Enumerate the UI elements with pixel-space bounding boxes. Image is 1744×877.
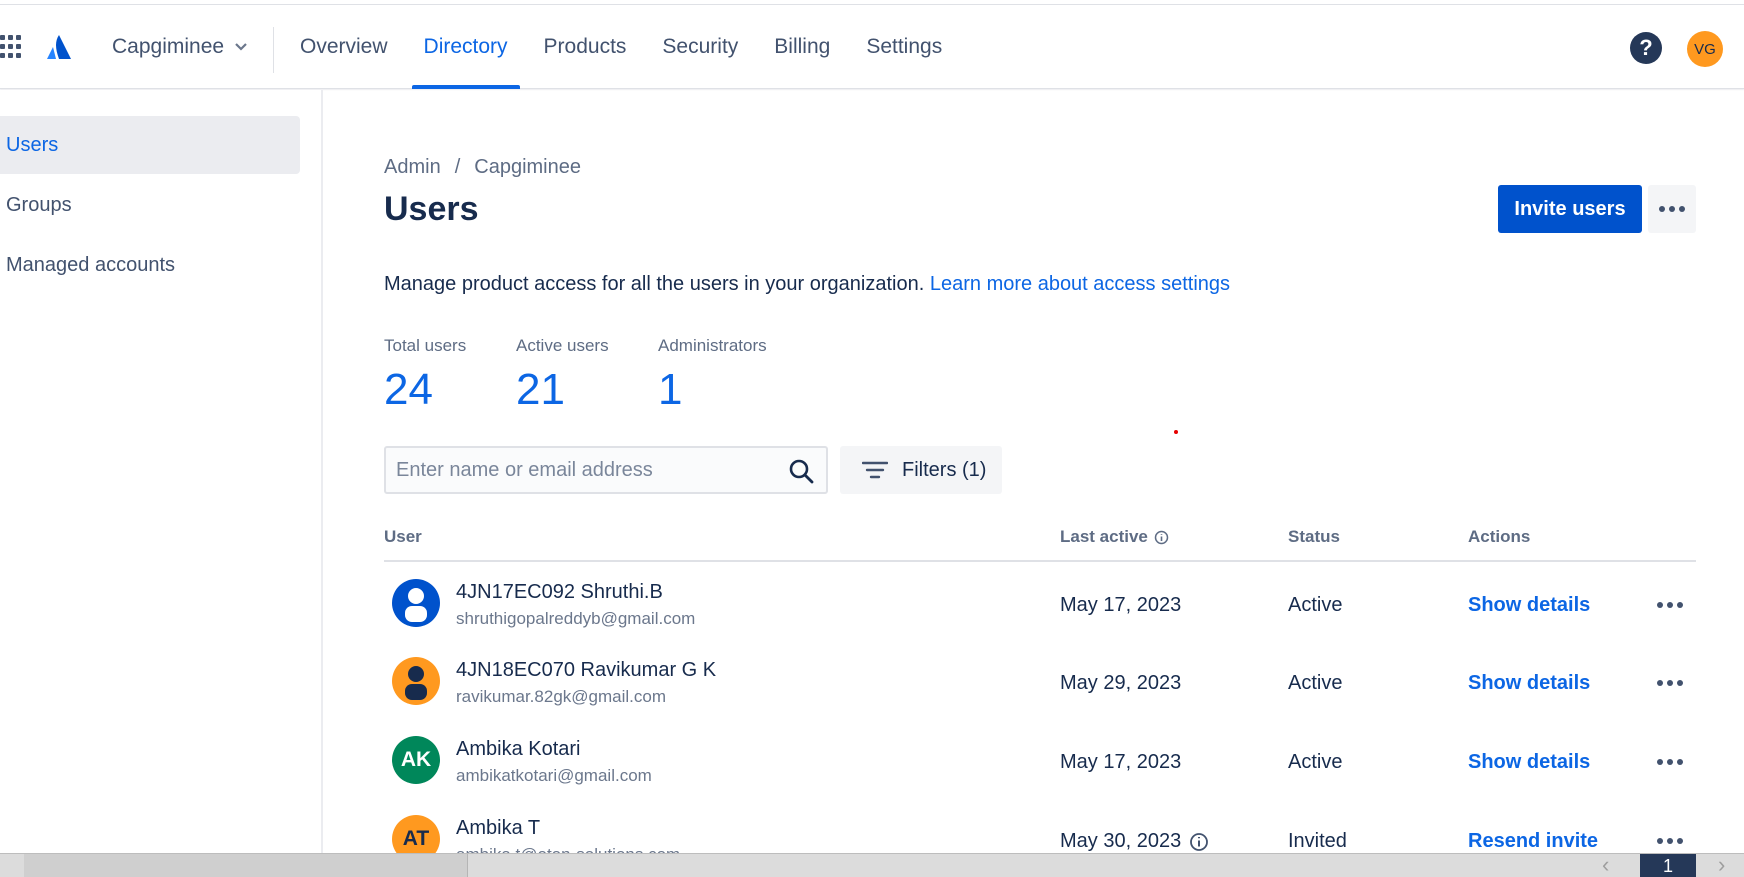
user-email: ambikatkotari@gmail.com	[456, 766, 652, 785]
stat-label: Total users	[384, 336, 467, 355]
row-more-button[interactable]	[1652, 669, 1688, 697]
user-name[interactable]: Ambika T	[456, 817, 540, 840]
status: Active	[1288, 594, 1343, 616]
status: Active	[1288, 672, 1343, 694]
table-row: 4JN17EC092 Shruthi.B shruthigopalreddyb@…	[384, 565, 1696, 643]
tab-security[interactable]: Security	[644, 5, 756, 89]
stat-total-users: Total users 24	[384, 336, 466, 412]
sidebar-item-groups[interactable]: Groups	[0, 176, 300, 234]
last-active: May 29, 2023	[1060, 672, 1182, 694]
user-avatar-initials: AK	[392, 736, 440, 784]
more-icon	[1659, 206, 1685, 212]
show-details-link[interactable]: Show details	[1468, 594, 1590, 617]
page-title: Users	[384, 190, 479, 228]
cursor-dot	[1174, 430, 1178, 434]
breadcrumb: Admin / Capgiminee	[384, 156, 581, 179]
user-name[interactable]: Ambika Kotari	[456, 738, 581, 761]
breadcrumb-admin[interactable]: Admin	[384, 156, 441, 179]
row-more-button[interactable]	[1652, 827, 1688, 855]
help-icon[interactable]: ?	[1630, 32, 1662, 64]
sidebar-item-managed-accounts[interactable]: Managed accounts	[0, 236, 300, 294]
primary-nav: Overview Directory Products Security Bil…	[282, 5, 960, 89]
user-email: shruthigopalreddyb@gmail.com	[456, 609, 696, 628]
chevron-down-icon	[235, 43, 247, 51]
bottom-overlay-bar: ‹ 1 ›	[0, 853, 1744, 877]
filters-label: Filters (1)	[902, 458, 987, 481]
status: Active	[1288, 751, 1343, 773]
tab-directory[interactable]: Directory	[406, 5, 526, 89]
column-header-actions: Actions	[1468, 527, 1531, 546]
resend-invite-link[interactable]: Resend invite	[1468, 830, 1598, 853]
table-row: AK Ambika Kotari ambikatkotari@gmail.com…	[384, 722, 1696, 800]
atlassian-logo-icon[interactable]	[44, 32, 74, 62]
pagination-current-page[interactable]: 1	[1640, 854, 1696, 877]
stat-active-users: Active users 21	[516, 336, 609, 412]
tab-products[interactable]: Products	[526, 5, 645, 89]
tab-billing[interactable]: Billing	[756, 5, 848, 89]
page-description: Manage product access for all the users …	[384, 273, 1230, 296]
show-details-link[interactable]: Show details	[1468, 751, 1590, 774]
search-icon[interactable]	[788, 458, 814, 484]
description-text: Manage product access for all the users …	[384, 273, 925, 295]
last-active: May 17, 2023	[1060, 594, 1182, 616]
info-icon[interactable]	[1189, 832, 1209, 852]
last-active: May 17, 2023	[1060, 751, 1182, 773]
search-input[interactable]	[396, 458, 776, 482]
more-icon	[1657, 759, 1683, 765]
filter-icon	[862, 461, 888, 479]
column-header-status: Status	[1288, 527, 1340, 546]
user-name[interactable]: 4JN18EC070 Ravikumar G K	[456, 659, 716, 682]
tab-overview[interactable]: Overview	[282, 5, 406, 89]
user-email: ravikumar.82gk@gmail.com	[456, 687, 666, 706]
column-header-last-active: Last active	[1060, 527, 1169, 547]
scrollbar-thumb[interactable]	[24, 854, 468, 877]
stat-value: 24	[384, 365, 433, 414]
search-field[interactable]	[384, 446, 828, 494]
chevron-right-icon[interactable]: ›	[1718, 854, 1725, 876]
status: Invited	[1288, 830, 1347, 852]
stat-value: 21	[516, 365, 565, 414]
stat-label: Active users	[516, 336, 609, 355]
user-avatar-icon	[392, 657, 440, 705]
stat-value: 1	[658, 365, 683, 414]
table-header-rule	[384, 560, 1696, 562]
table-row: 4JN18EC070 Ravikumar G K ravikumar.82gk@…	[384, 643, 1696, 721]
info-icon[interactable]	[1154, 530, 1169, 545]
sidebar: Users Groups Managed accounts	[0, 90, 323, 853]
user-avatar-icon	[392, 579, 440, 627]
header-divider	[273, 27, 274, 73]
show-details-link[interactable]: Show details	[1468, 672, 1590, 695]
stat-administrators: Administrators 1	[658, 336, 767, 412]
profile-avatar[interactable]: VG	[1687, 31, 1723, 67]
more-actions-button[interactable]	[1648, 185, 1696, 233]
row-more-button[interactable]	[1652, 591, 1688, 619]
last-active: May 30, 2023	[1060, 830, 1209, 853]
filters-button[interactable]: Filters (1)	[840, 446, 1002, 494]
more-icon	[1657, 602, 1683, 608]
app-switcher-icon[interactable]	[0, 35, 22, 59]
breadcrumb-separator: /	[454, 156, 461, 178]
user-name[interactable]: 4JN17EC092 Shruthi.B	[456, 581, 663, 604]
row-more-button[interactable]	[1652, 748, 1688, 776]
stat-label: Administrators	[658, 336, 767, 355]
tab-settings[interactable]: Settings	[848, 5, 960, 89]
learn-more-link[interactable]: Learn more about access settings	[930, 273, 1230, 295]
invite-users-button[interactable]: Invite users	[1498, 185, 1642, 233]
breadcrumb-org[interactable]: Capgiminee	[474, 156, 581, 179]
top-navigation: Capgiminee Overview Directory Products S…	[0, 5, 1744, 89]
org-name: Capgiminee	[112, 35, 225, 58]
more-icon	[1657, 680, 1683, 686]
more-icon	[1657, 838, 1683, 844]
org-switcher[interactable]: Capgiminee	[112, 27, 248, 67]
sidebar-item-users[interactable]: Users	[0, 116, 300, 174]
chevron-left-icon[interactable]: ‹	[1602, 854, 1609, 876]
column-header-user: User	[384, 527, 422, 546]
